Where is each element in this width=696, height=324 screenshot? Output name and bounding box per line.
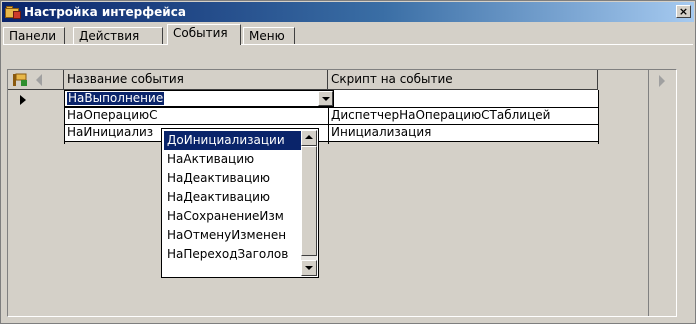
dropdown-option[interactable]: НаДеактивацию xyxy=(164,188,301,207)
script-cell[interactable] xyxy=(328,90,598,107)
tab-baseline xyxy=(3,44,693,45)
tab-events[interactable]: События xyxy=(167,24,241,45)
tab-strip: Панели Действия События Меню xyxy=(3,23,693,45)
dropdown-option[interactable]: НаДеактивацию xyxy=(164,169,301,188)
dropdown-option[interactable]: НаОтменуИзменен xyxy=(164,226,301,245)
close-icon: × xyxy=(678,5,689,18)
tab-actions[interactable]: Действия xyxy=(73,27,163,45)
events-grid[interactable]: Название события Скрипт на событие НаОпе… xyxy=(7,69,677,317)
scroll-up-button[interactable] xyxy=(301,130,317,146)
grid-settings-icon[interactable] xyxy=(12,73,28,87)
column-header-event[interactable]: Название события xyxy=(64,70,328,90)
script-cell[interactable]: Инициализация xyxy=(328,124,598,141)
dropdown-option[interactable]: НаПереходЗаголов xyxy=(164,245,301,264)
close-button[interactable]: × xyxy=(676,5,691,18)
dropdown-button[interactable] xyxy=(318,91,333,106)
title-bar[interactable]: Настройка интерфейса × xyxy=(2,2,694,22)
tab-menu[interactable]: Меню xyxy=(243,27,295,45)
event-cell[interactable]: НаОперациюС xyxy=(64,107,328,124)
grid-right-panel xyxy=(648,70,676,316)
dropdown-option[interactable]: НаСохранениеИзм xyxy=(164,207,301,226)
script-cell[interactable]: ДиспетчерНаОперациюСТаблицей xyxy=(328,107,598,124)
chevron-down-icon xyxy=(305,266,313,270)
scroll-right-icon[interactable] xyxy=(659,75,665,87)
settings-window: Настройка интерфейса × Панели Действия С… xyxy=(0,0,696,324)
dropdown-option[interactable]: ДоИнициализации xyxy=(164,131,301,150)
grid-line xyxy=(64,107,599,108)
event-dropdown-list[interactable]: ДоИнициализации НаАктивацию НаДеактиваци… xyxy=(161,128,319,278)
grid-line xyxy=(64,141,599,142)
chevron-down-icon xyxy=(322,97,330,101)
grid-corner[interactable] xyxy=(8,70,64,90)
current-row-indicator-icon xyxy=(20,95,26,105)
column-header-script[interactable]: Скрипт на событие xyxy=(328,70,598,90)
grid-line xyxy=(598,90,599,144)
scroll-left-icon[interactable] xyxy=(36,74,42,86)
event-select[interactable]: НаВыполнение xyxy=(64,90,334,107)
app-icon xyxy=(5,5,21,19)
scroll-thumb[interactable] xyxy=(301,146,317,256)
tab-panels[interactable]: Панели xyxy=(3,27,65,45)
grid-line xyxy=(64,124,599,125)
dropdown-scrollbar[interactable] xyxy=(301,130,317,276)
window-title: Настройка интерфейса xyxy=(24,5,186,19)
scroll-down-button[interactable] xyxy=(301,260,317,276)
chevron-up-icon xyxy=(305,135,313,139)
event-select-value: НаВыполнение xyxy=(67,91,165,105)
dropdown-option[interactable]: НаАктивацию xyxy=(164,150,301,169)
